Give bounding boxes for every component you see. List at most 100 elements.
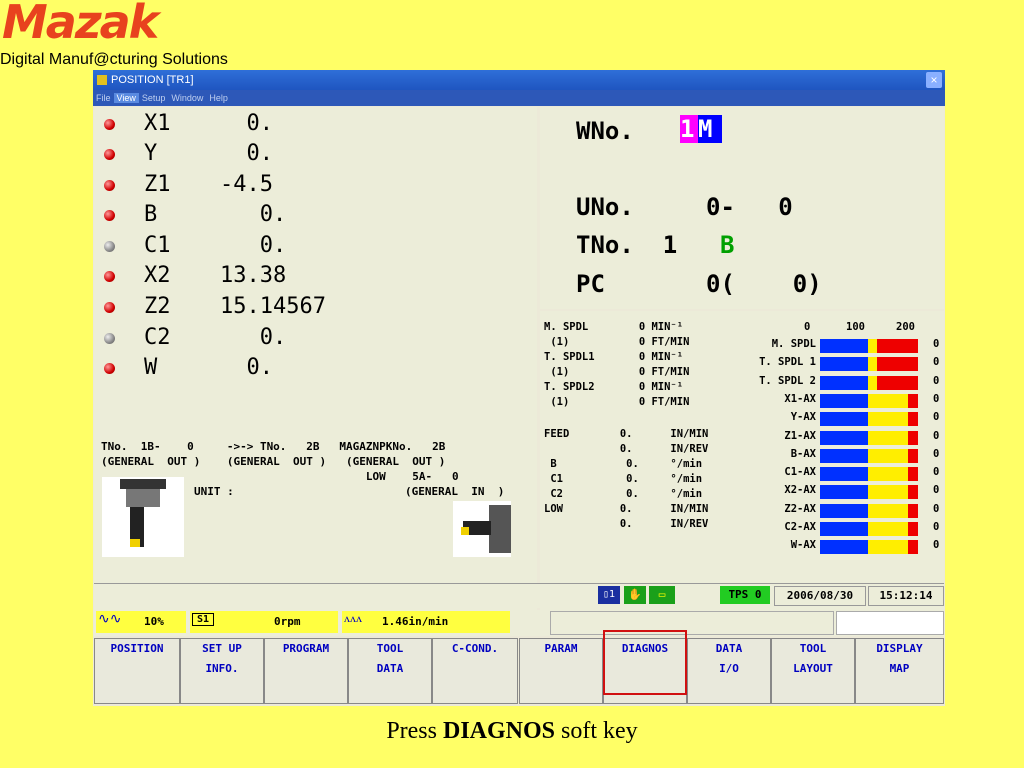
softkey-label: PARAM [544,642,578,655]
override-bar: ∿∿ 10% S1 0rpm ᴧᴧᴧ 1.46in/min [94,610,944,636]
softkey-label: MAP [889,662,910,675]
softkey-label: TOOL [376,642,404,655]
load-bar [820,522,918,536]
message-box [550,611,834,635]
load-bar [820,503,918,518]
date-display: 2006/08/30 [774,586,866,606]
load-scale-200: 200 [896,321,915,333]
softkey-data-io[interactable]: DATA I/O [687,638,771,704]
mazak-logo: Mazak [2,0,159,49]
axis-name: X1 [144,111,171,136]
load-bar [820,430,918,445]
softkey-display-map[interactable]: DISPLAY MAP [855,638,944,704]
spindle-label: S1 [192,613,215,626]
softkey-c-cond[interactable]: C-COND. [432,638,518,704]
load-bar [820,375,918,390]
load-value: 0 [933,484,940,497]
window-title: POSITION [TR1] [111,74,194,86]
axis-name: Y [144,141,158,166]
screen-icon[interactable]: ▯1 [598,586,620,604]
status-led-icon [104,210,115,221]
menu-file[interactable]: File [93,93,114,103]
softkey-label: INFO. [205,662,239,675]
load-value: 0 [933,392,940,405]
status-led-icon [104,241,115,252]
feed-override-box: ᴧᴧᴧ 1.46in/min [342,611,510,633]
app-icon [97,75,107,86]
position-pane: X1 0. Y 0. Z1 -4.5 B 0. C1 0. X2 13.38 Z2 1… [94,107,537,632]
spindle-speed-box: S1 0rpm [190,611,338,633]
comment-icon[interactable]: ▭ [649,586,675,604]
wno-value: 1 [680,115,698,143]
tps-indicator: TPS 0 [720,586,770,604]
caption-text: soft key [555,718,638,744]
axis-name: X2 [144,263,171,288]
feed-rate: 1.46in/min [382,615,449,628]
wno-label: WNo. [576,117,634,145]
load-value: 0 [933,338,940,350]
status-led-icon [104,119,115,130]
wno-mode: M [698,115,722,143]
axis-name: W [144,355,158,380]
axis-value: -4.5 [220,172,273,197]
load-value: 0 [933,539,940,552]
softkey-label: DATA [715,642,743,655]
axis-value: 0. [220,325,287,350]
spindle-line: (1) 0 FT/MIN [544,396,690,408]
load-bar [820,339,918,353]
load-label: Z2-AX [784,502,816,515]
load-label: W-AX [790,539,816,552]
axis-value: 0. [220,233,287,258]
menu-view[interactable]: View [113,93,139,103]
menu-help[interactable]: Help [206,93,231,103]
axis-name: Z1 [144,172,171,197]
load-value: 0 [933,447,940,460]
tool-info-line: (GENERAL IN ) [405,485,505,498]
load-scale-0: 0 [804,321,811,333]
diagnos-highlight [603,630,687,695]
softkey-position[interactable]: POSITION [94,638,180,704]
menu-setup[interactable]: Setup [139,93,169,103]
tno-line: TNo. 1 [576,231,678,259]
softkey-tool-layout[interactable]: TOOL LAYOUT [771,638,855,704]
axis-value: 0. [220,202,287,227]
uno-line: UNo. 0- 0 [576,193,793,221]
spindle-line: M. SPDL 0 MIN⁻¹ [544,321,684,333]
load-label: Y-AX [790,411,816,424]
softkey-label: POSITION [110,642,164,655]
softkey-tool-data[interactable]: TOOL DATA [348,638,432,704]
load-label: M. SPDL [771,338,816,350]
load-scale-100: 100 [846,321,865,333]
nc-window: POSITION [TR1] × File View Setup Window Help… [93,70,945,706]
axis-value: 0. [220,141,273,166]
axis-name: C1 [144,233,171,258]
pc-line: PC 0( 0) [576,270,822,298]
softkey-label: LAYOUT [793,662,833,675]
feed-line: C2 0. °/min [544,488,703,500]
spindle-rpm: 0rpm [274,615,301,628]
status-led-icon [104,302,115,313]
feed-line: 0. IN/REV [544,443,709,455]
status-led-icon [104,149,115,160]
hand-icon[interactable]: ✋ [624,586,646,604]
status-led-icon [104,180,115,191]
softkey-setup-info[interactable]: SET UP INFO. [180,638,264,704]
softkey-program[interactable]: PROGRAM [264,638,348,704]
menu-window[interactable]: Window [168,93,206,103]
softkey-param[interactable]: PARAM [519,638,603,704]
load-value: 0 [933,502,940,515]
axis-name: C2 [144,325,171,350]
axis-value: 0. [220,355,273,380]
axis-value: 13.38 [220,263,287,288]
axis-name: B [144,202,158,227]
menu-bar: File View Setup Window Help [93,90,945,106]
softkey-label: I/O [719,662,739,675]
tool-info-line: TNo. 1B- 0 ->-> TNo. 2B MAGAZNPKNo. 2B [101,440,446,453]
spindle-override-value: 10% [144,615,164,628]
softkey-label: DISPLAY [876,642,923,655]
load-bar [820,412,918,427]
load-label: X1-AX [784,392,816,405]
program-status-pane: WNo. 1 M UNo. 0- 0 TNo. 1 B PC 0( 0) [540,107,944,309]
close-button[interactable]: × [926,72,942,88]
load-bar [820,448,918,463]
